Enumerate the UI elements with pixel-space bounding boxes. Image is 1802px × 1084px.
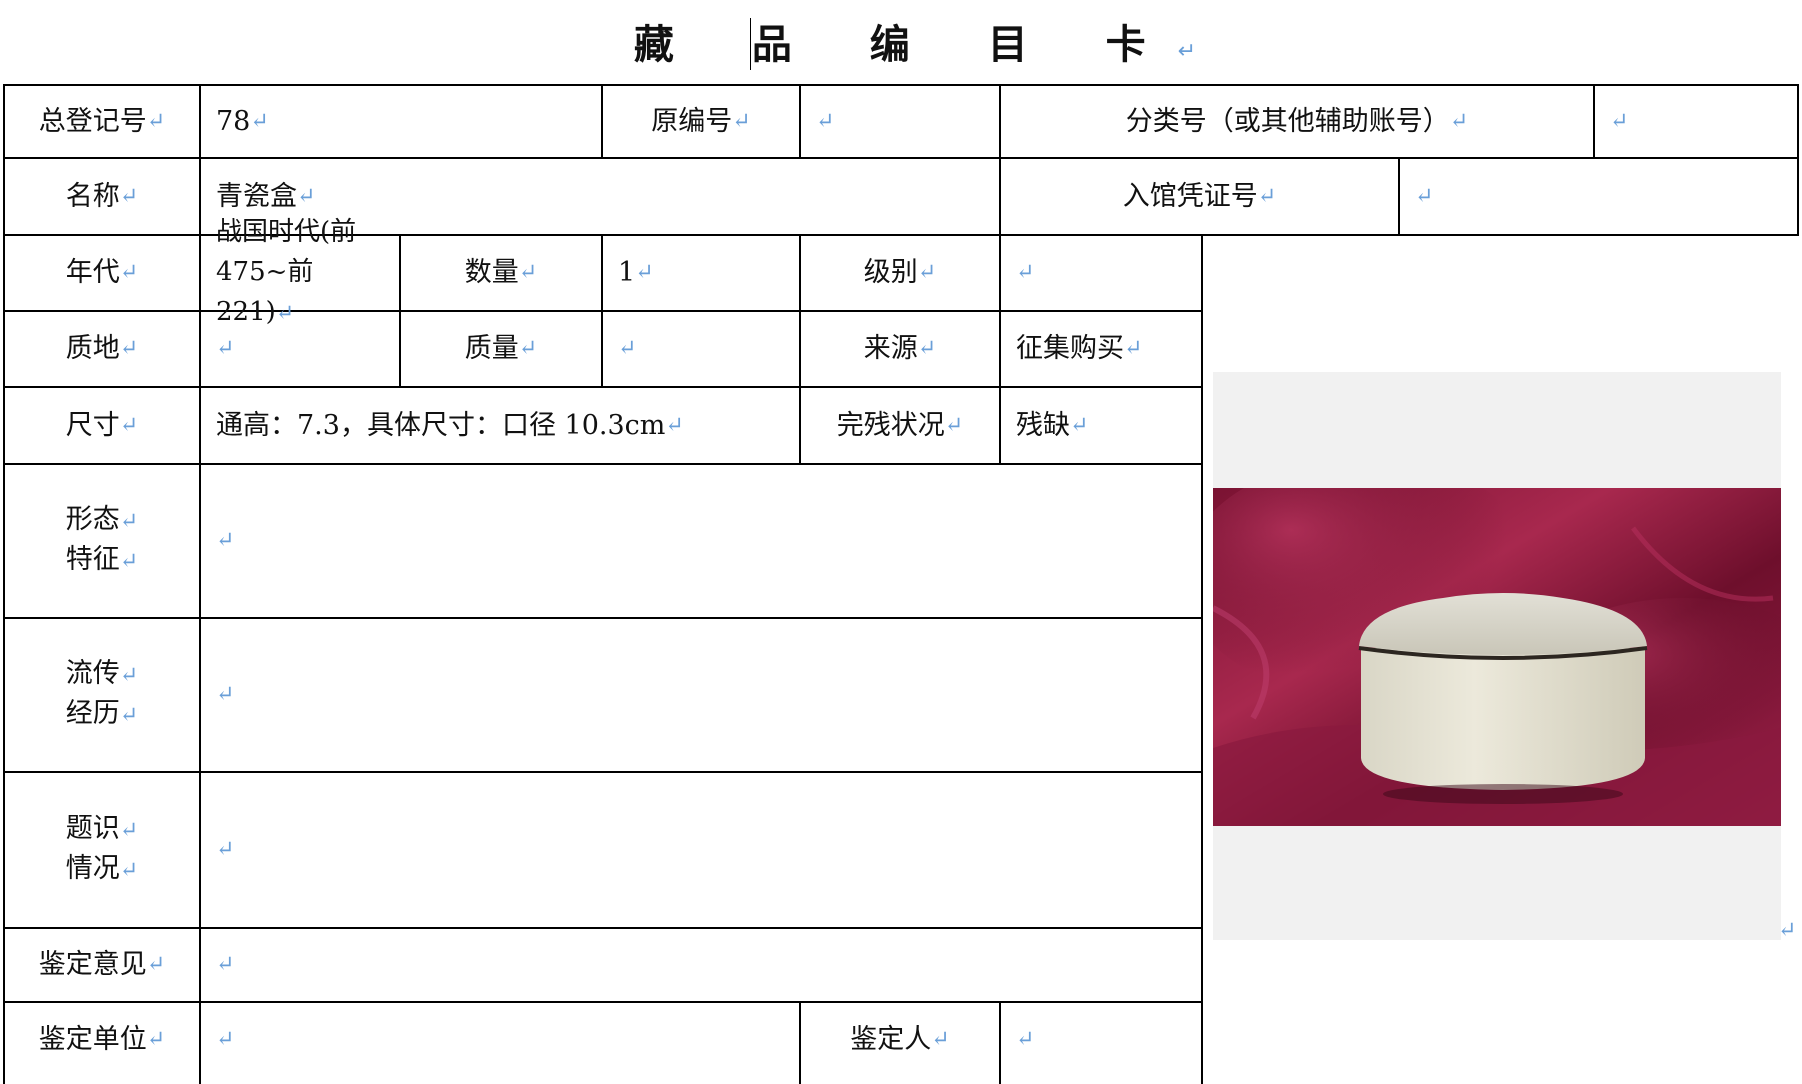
inscription-label-line2: 情况↵ [65, 853, 139, 884]
morphology-label-line2: 特征↵ [65, 544, 139, 575]
mass-label: 质量 ↵ [464, 333, 538, 364]
era-label: 年代 ↵ [65, 257, 139, 288]
material-label: 质地 ↵ [65, 333, 139, 364]
voucher-label: 入馆凭证号 ↵ [1122, 180, 1277, 212]
orig-no-label: 原编号 ↵ [651, 105, 751, 137]
size-value[interactable]: 通高：7.3，具体尺寸：口径 10.3cm ↵ [201, 388, 799, 463]
text-cursor [750, 18, 751, 70]
voucher-value[interactable]: ↵ [1400, 159, 1797, 234]
grade-value[interactable]: ↵ [1001, 236, 1201, 310]
size-label: 尺寸 ↵ [65, 409, 139, 441]
appraisal-unit-value[interactable]: ↵ [201, 1003, 799, 1077]
orig-no-value[interactable]: ↵ [801, 86, 999, 157]
card-title: 藏 品 编 目 卡↵ [633, 22, 1197, 68]
celadon-box-photo-icon [1213, 488, 1781, 826]
source-value[interactable]: 征集购买 ↵ [1001, 312, 1201, 386]
inscription-label-line1: 题识↵ [65, 813, 139, 844]
name-label: 名称 ↵ [65, 180, 139, 212]
morphology-label-line1: 形态↵ [65, 504, 139, 535]
paragraph-mark: ↵ [1778, 918, 1797, 943]
appraisal-unit-label: 鉴定单位 ↵ [38, 1024, 166, 1055]
provenance-value[interactable]: ↵ [201, 619, 1201, 771]
provenance-label-line2: 经历↵ [65, 698, 139, 729]
qty-label: 数量 ↵ [464, 257, 538, 288]
appraisal-opinion-value[interactable]: ↵ [201, 929, 1201, 1001]
morphology-label: 形态↵ 特征↵ [5, 465, 199, 617]
appraiser-label: 鉴定人 ↵ [850, 1024, 950, 1055]
class-no-label: 分类号（或其他辅助账号） ↵ [1125, 105, 1469, 137]
inscription-label: 题识↵ 情况↵ [5, 773, 199, 927]
total-reg-value[interactable]: 78 ↵ [201, 86, 601, 157]
artifact-photo [1213, 372, 1781, 940]
morphology-value[interactable]: ↵ [201, 465, 1201, 617]
era-value-line1: 战国时代(前 [216, 217, 357, 247]
provenance-label: 流传↵ 经历↵ [5, 619, 199, 771]
condition-value[interactable]: 残缺 ↵ [1001, 388, 1201, 463]
total-reg-label: 总登记号 ↵ [38, 105, 166, 137]
source-label: 来源 ↵ [863, 333, 937, 364]
appraisal-opinion-label: 鉴定意见 ↵ [38, 949, 166, 980]
qty-value[interactable]: 1 ↵ [603, 236, 799, 310]
provenance-label-line1: 流传↵ [65, 658, 139, 689]
inscription-value[interactable]: ↵ [201, 773, 1201, 927]
appraiser-value[interactable]: ↵ [1001, 1003, 1201, 1077]
material-value[interactable]: ↵ [201, 312, 399, 386]
condition-label: 完残状况 ↵ [836, 409, 964, 441]
class-no-value[interactable]: ↵ [1595, 86, 1797, 157]
grade-label: 级别 ↵ [863, 257, 937, 288]
era-value[interactable]: 战国时代(前 475~前 221)↵ [201, 217, 399, 327]
mass-value[interactable]: ↵ [603, 312, 799, 386]
